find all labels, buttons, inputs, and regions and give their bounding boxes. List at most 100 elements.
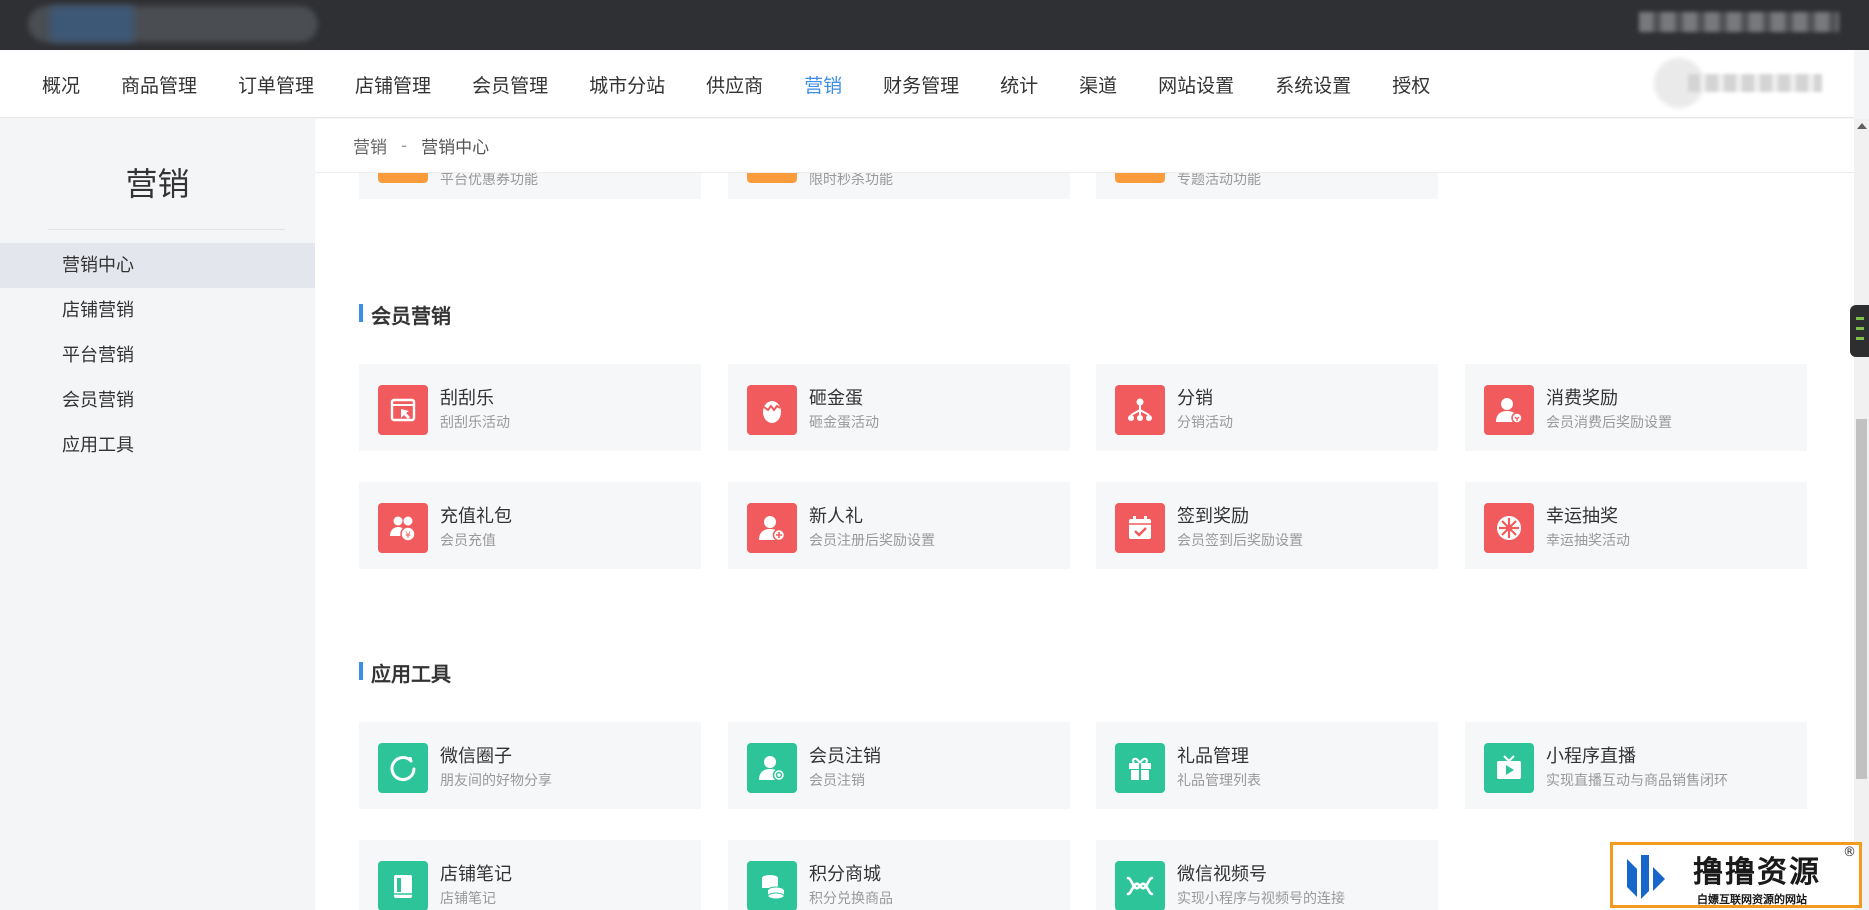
blurred-logo-mark xyxy=(50,6,134,42)
sidebar: 营销 营销中心 店铺营销 平台营销 会员营销 应用工具 xyxy=(0,119,315,910)
sidebar-title: 营销 xyxy=(125,165,190,203)
newcomer-gift-icon xyxy=(747,503,797,553)
nav-item-city-sites[interactable]: 城市分站 xyxy=(589,71,665,98)
member-cancel-icon xyxy=(747,743,797,793)
card-title: 小程序直播 xyxy=(1546,746,1636,767)
card-newcomer-gift[interactable]: 新人礼 会员注册后奖励设置 xyxy=(728,482,1070,569)
card-desc: 朋友间的好物分享 xyxy=(440,773,552,789)
card-desc: 店铺笔记 xyxy=(440,891,496,907)
svg-text:¥: ¥ xyxy=(405,531,411,541)
card-desc: 会员注销 xyxy=(809,773,865,789)
live-stream-icon xyxy=(1484,743,1534,793)
card-recharge-gift[interactable]: ¥ 充值礼包 会员充值 xyxy=(359,482,701,569)
card-title: 幸运抽奖 xyxy=(1546,506,1618,527)
blurred-username xyxy=(1688,74,1822,92)
main-content: 营销 - 营销中心 平台优惠券功能 限时秒杀功能 专题活动功能 会员营销 刮刮乐… xyxy=(315,119,1854,910)
card-desc: 会员注册后奖励设置 xyxy=(809,533,935,549)
card-checkin-reward[interactable]: 签到奖励 会员签到后奖励设置 xyxy=(1096,482,1438,569)
nav-item-channels[interactable]: 渠道 xyxy=(1079,71,1117,98)
card-wechat-circle[interactable]: 微信圈子 朋友间的好物分享 xyxy=(359,722,701,809)
nav-item-products[interactable]: 商品管理 xyxy=(121,71,197,98)
card-title: 礼品管理 xyxy=(1177,746,1249,767)
card-consume-reward[interactable]: 消费奖励 会员消费后奖励设置 xyxy=(1465,364,1807,451)
card-title: 签到奖励 xyxy=(1177,506,1249,527)
top-header-bar xyxy=(0,0,1869,50)
card-gift-manage[interactable]: 礼品管理 礼品管理列表 xyxy=(1096,722,1438,809)
blurred-account-info[interactable] xyxy=(1639,12,1839,32)
card-lucky-draw[interactable]: 幸运抽奖 幸运抽奖活动 xyxy=(1465,482,1807,569)
scroll-up-arrow-icon[interactable] xyxy=(1857,123,1867,129)
card-member-cancel[interactable]: 会员注销 会员注销 xyxy=(728,722,1070,809)
card-desc: 幸运抽奖活动 xyxy=(1546,533,1630,549)
card-title: 积分商城 xyxy=(809,864,881,885)
watermark-subtitle: 白嫖互联网资源的网站 xyxy=(1697,893,1807,906)
card-title: 砸金蛋 xyxy=(809,388,863,409)
nav-item-members[interactable]: 会员管理 xyxy=(472,71,548,98)
card-desc: 会员签到后奖励设置 xyxy=(1177,533,1303,549)
card-points-mall[interactable]: 积分商城 积分兑换商品 xyxy=(728,840,1070,910)
card-wechat-channels[interactable]: 微信视频号 实现小程序与视频号的连接 xyxy=(1096,840,1438,910)
card-desc: 分销活动 xyxy=(1177,415,1233,431)
nav-item-stores[interactable]: 店铺管理 xyxy=(355,71,431,98)
gift-manage-icon xyxy=(1115,743,1165,793)
watermark-logo-icon xyxy=(1627,855,1665,899)
card-title: 新人礼 xyxy=(809,506,863,527)
watermark: 撸撸资源 白嫖互联网资源的网站 ® xyxy=(1610,842,1862,908)
points-mall-icon xyxy=(747,861,797,910)
card-desc: 积分兑换商品 xyxy=(809,891,893,907)
section-title-member-marketing: 会员营销 xyxy=(359,300,451,329)
golden-egg-icon xyxy=(747,385,797,435)
sidebar-item-app-tools[interactable]: 应用工具 xyxy=(0,423,315,468)
distribution-icon xyxy=(1115,385,1165,435)
main-nav-items: 概况 商品管理 订单管理 店铺管理 会员管理 城市分站 供应商 营销 财务管理 … xyxy=(42,50,1471,118)
consume-reward-icon xyxy=(1484,385,1534,435)
breadcrumb-current: 营销中心 xyxy=(421,138,490,158)
sidebar-item-platform-marketing[interactable]: 平台营销 xyxy=(0,333,315,378)
sidebar-item-member-marketing[interactable]: 会员营销 xyxy=(0,378,315,423)
card-desc: 实现直播互动与商品销售闭环 xyxy=(1546,773,1728,789)
card-store-notes[interactable]: 店铺笔记 店铺笔记 xyxy=(359,840,701,910)
card-distribution[interactable]: 分销 分销活动 xyxy=(1096,364,1438,451)
card-golden-egg[interactable]: 砸金蛋 砸金蛋活动 xyxy=(728,364,1070,451)
nav-item-license[interactable]: 授权 xyxy=(1392,71,1430,98)
lucky-draw-icon xyxy=(1484,503,1534,553)
card-desc: 礼品管理列表 xyxy=(1177,773,1261,789)
nav-item-statistics[interactable]: 统计 xyxy=(1000,71,1038,98)
scratch-card-icon xyxy=(378,385,428,435)
vertical-scrollbar[interactable] xyxy=(1854,119,1869,910)
card-title: 分销 xyxy=(1177,388,1213,409)
card-title: 消费奖励 xyxy=(1546,388,1618,409)
breadcrumb-parent[interactable]: 营销 xyxy=(353,133,387,158)
checkin-reward-icon xyxy=(1115,503,1165,553)
recharge-gift-icon: ¥ xyxy=(378,503,428,553)
card-desc: 会员消费后奖励设置 xyxy=(1546,415,1672,431)
store-notes-icon xyxy=(378,861,428,910)
breadcrumb: 营销 - 营销中心 xyxy=(315,119,1854,173)
nav-item-orders[interactable]: 订单管理 xyxy=(238,71,314,98)
sidebar-menu: 营销中心 店铺营销 平台营销 会员营销 应用工具 xyxy=(0,243,315,468)
sidebar-item-store-marketing[interactable]: 店铺营销 xyxy=(0,288,315,333)
card-title: 刮刮乐 xyxy=(440,388,494,409)
card-title: 会员注销 xyxy=(809,746,881,767)
nav-item-site-settings[interactable]: 网站设置 xyxy=(1158,71,1234,98)
nav-item-system-settings[interactable]: 系统设置 xyxy=(1275,71,1351,98)
card-desc: 砸金蛋活动 xyxy=(809,415,879,431)
card-scratch-card[interactable]: 刮刮乐 刮刮乐活动 xyxy=(359,364,701,451)
card-desc: 刮刮乐活动 xyxy=(440,415,510,431)
card-desc: 会员充值 xyxy=(440,533,496,549)
card-desc: 实现小程序与视频号的连接 xyxy=(1177,891,1345,907)
nav-item-marketing[interactable]: 营销 xyxy=(804,71,842,98)
main-nav: 概况 商品管理 订单管理 店铺管理 会员管理 城市分站 供应商 营销 财务管理 … xyxy=(0,50,1854,118)
scrollbar-thumb[interactable] xyxy=(1856,419,1867,779)
user-menu[interactable] xyxy=(1654,58,1824,108)
card-live-stream[interactable]: 小程序直播 实现直播互动与商品销售闭环 xyxy=(1465,722,1807,809)
sidebar-item-marketing-center[interactable]: 营销中心 xyxy=(0,243,315,288)
nav-item-overview[interactable]: 概况 xyxy=(42,71,80,98)
card-title: 微信视频号 xyxy=(1177,864,1267,885)
card-title: 充值礼包 xyxy=(440,506,512,527)
watermark-registered-mark: ® xyxy=(1843,845,1856,860)
nav-item-finance[interactable]: 财务管理 xyxy=(883,71,959,98)
wechat-circle-icon xyxy=(378,743,428,793)
nav-item-suppliers[interactable]: 供应商 xyxy=(706,71,763,98)
floating-side-tool[interactable] xyxy=(1850,305,1869,357)
